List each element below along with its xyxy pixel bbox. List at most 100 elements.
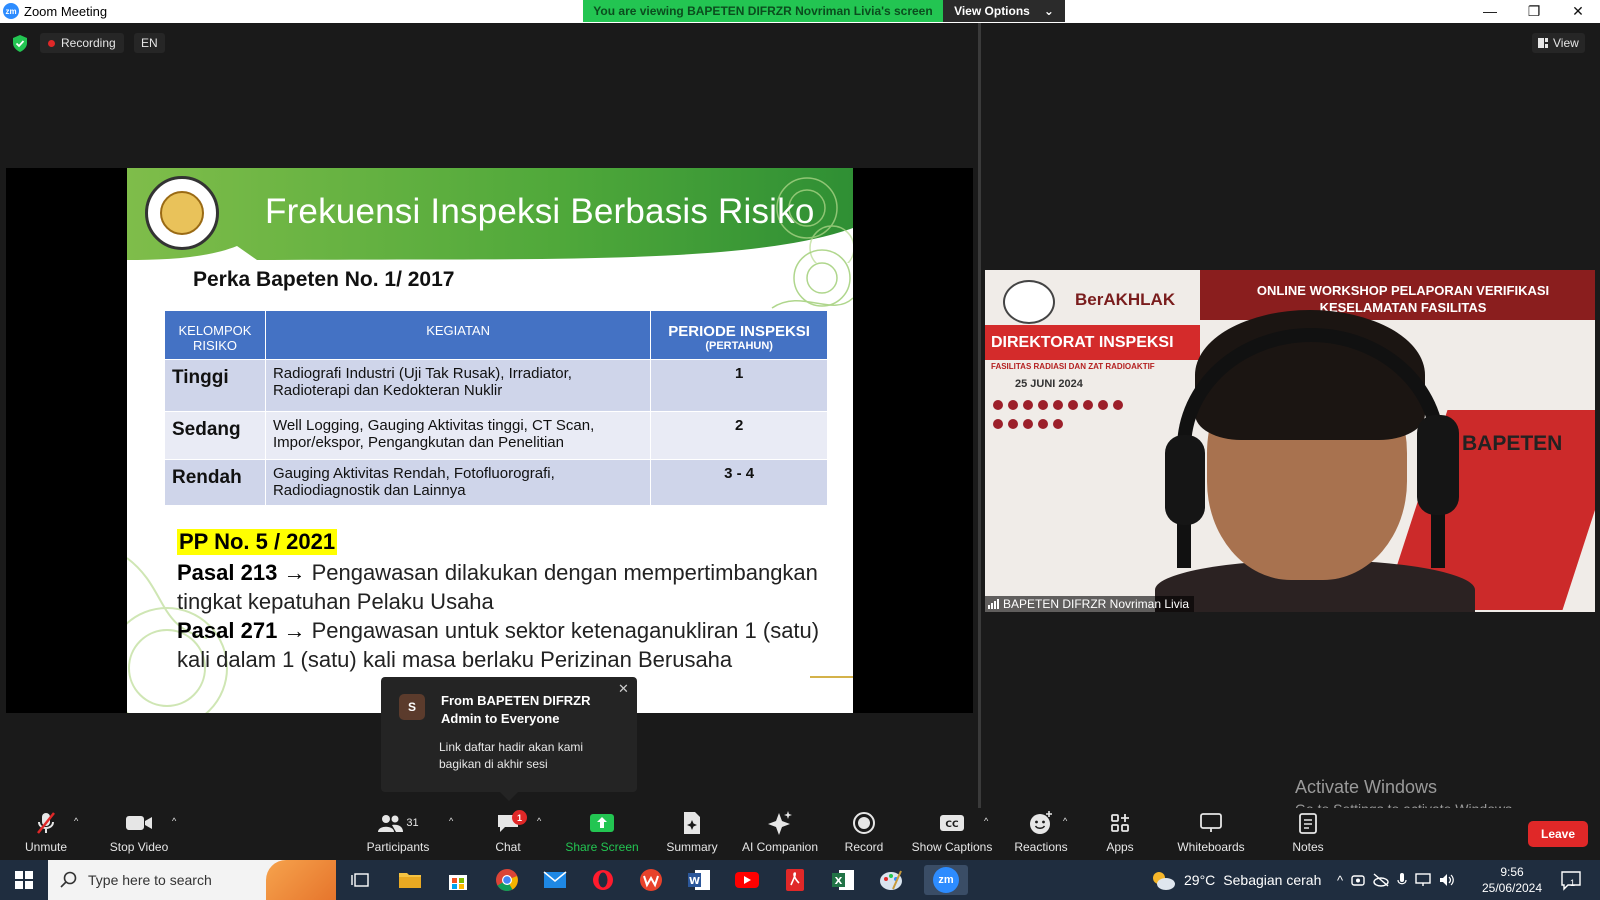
system-tray: ^ xyxy=(1337,860,1455,900)
chat-button[interactable]: 1 Chat xyxy=(490,808,527,860)
minimize-button[interactable]: — xyxy=(1468,0,1512,22)
chat-options-caret-icon[interactable]: ^ xyxy=(537,816,541,826)
paint-app[interactable] xyxy=(876,865,906,895)
participant-video-tile[interactable]: ONLINE WORKSHOP PELAPORAN VERIFIKASI KES… xyxy=(985,270,1595,612)
share-screen-button[interactable]: Share Screen xyxy=(565,808,639,860)
video-options-caret-icon[interactable]: ^ xyxy=(172,816,176,826)
pasal-271-label: Pasal 271 xyxy=(177,618,278,643)
excel-app[interactable]: X xyxy=(828,865,858,895)
period-cell: 2 xyxy=(650,411,828,460)
notes-button[interactable]: Notes xyxy=(1290,808,1326,860)
taskbar-clock[interactable]: 9:56 25/06/2024 xyxy=(1472,864,1552,896)
pasal-271: Pasal 271 → Pengawasan untuk sektor kete… xyxy=(177,616,837,674)
minimize-icon: — xyxy=(1483,3,1497,19)
taskbar-search-input[interactable]: Type here to search xyxy=(48,860,336,900)
chrome-app[interactable] xyxy=(492,865,522,895)
unmute-button[interactable]: Unmute xyxy=(22,808,70,860)
chat-notification[interactable]: S ✕ From BAPETEN DIFRZR Admin to Everyon… xyxy=(381,677,637,792)
camera-tray-icon[interactable] xyxy=(1351,873,1365,887)
microsoft-store-app[interactable] xyxy=(443,865,473,895)
pdf-reader-app[interactable] xyxy=(780,865,810,895)
risk-inspection-table: KELOMPOK RISIKO KEGIATAN PERIODE INSPEKS… xyxy=(164,310,828,506)
youtube-app[interactable] xyxy=(732,865,762,895)
audio-options-caret-icon[interactable]: ^ xyxy=(74,816,78,826)
summary-button[interactable]: Summary xyxy=(664,808,720,860)
svg-text:CC: CC xyxy=(945,820,959,830)
mail-app[interactable] xyxy=(540,865,570,895)
chevron-down-icon: ⌄ xyxy=(1043,4,1054,18)
word-app[interactable]: W xyxy=(684,865,714,895)
reactions-options-caret-icon[interactable]: ^ xyxy=(1063,816,1067,826)
network-icon[interactable] xyxy=(1415,873,1431,887)
participant-name-label: BAPETEN DIFRZR Novriman Livia xyxy=(985,596,1195,612)
activity-cell: Well Logging, Gauging Aktivitas tinggi, … xyxy=(264,411,652,460)
weather-temp: 29°C xyxy=(1184,872,1216,888)
chat-message: Link daftar hadir akan kami bagikan di a… xyxy=(439,740,584,771)
period-cell: 1 xyxy=(650,359,828,412)
participants-button[interactable]: 31 Participants xyxy=(366,808,430,860)
word-icon: W xyxy=(688,870,710,890)
activity-cell: Radiografi Industri (Uji Tak Rusak), Irr… xyxy=(264,359,652,412)
presentation-slide: Frekuensi Inspeksi Berbasis Risiko Perka… xyxy=(127,168,853,713)
participants-count: 31 xyxy=(406,817,419,829)
view-layout-button[interactable]: View xyxy=(1532,33,1585,53)
zoom-app[interactable]: zm xyxy=(924,865,968,895)
pane-divider[interactable] xyxy=(978,23,981,808)
language-interpretation-button[interactable]: EN xyxy=(134,33,165,53)
leave-button[interactable]: Leave xyxy=(1528,821,1588,847)
reactions-button[interactable]: Reactions xyxy=(1012,808,1070,860)
svg-text:X: X xyxy=(835,876,843,887)
risk-level: Sedang xyxy=(164,411,266,460)
arrow-icon: → xyxy=(283,560,306,585)
view-options-button[interactable]: View Options ⌄ xyxy=(943,0,1065,22)
chat-label: Chat xyxy=(495,840,521,854)
ai-companion-button[interactable]: AI Companion xyxy=(740,808,820,860)
task-view-button[interactable] xyxy=(345,865,375,895)
chrome-icon xyxy=(496,869,518,891)
captions-options-caret-icon[interactable]: ^ xyxy=(984,816,988,826)
search-highlight-art xyxy=(266,860,336,900)
ai-companion-label: AI Companion xyxy=(741,840,819,854)
zoom-logo-icon: zm xyxy=(3,3,19,19)
show-captions-button[interactable]: CC Show Captions xyxy=(912,808,992,860)
stop-video-button[interactable]: Stop Video xyxy=(107,808,171,860)
background-bapeten-text: BAPETEN xyxy=(1462,432,1563,455)
microphone-tray-icon[interactable] xyxy=(1397,873,1407,887)
background-dots xyxy=(993,398,1133,436)
regulation-subtitle: Perka Bapeten No. 1/ 2017 xyxy=(193,268,455,291)
viewing-banner: You are viewing BAPETEN DIFRZR Novriman … xyxy=(583,0,943,22)
participants-options-caret-icon[interactable]: ^ xyxy=(449,816,453,826)
signal-strength-icon xyxy=(988,599,999,609)
title-bar: zm Zoom Meeting You are viewing BAPETEN … xyxy=(0,0,1600,23)
security-shield-icon[interactable] xyxy=(12,35,28,52)
store-bag-icon xyxy=(449,875,467,890)
whiteboards-button[interactable]: Whiteboards xyxy=(1176,808,1246,860)
header-periode: PERIODE INSPEKSI (PERTAHUN) xyxy=(650,310,828,360)
record-button[interactable]: Record xyxy=(844,808,884,860)
file-explorer-app[interactable] xyxy=(395,865,425,895)
headphone-band xyxy=(1177,328,1445,568)
speaker-volume-icon[interactable] xyxy=(1439,873,1455,887)
weather-widget[interactable]: 29°C Sebagian cerah xyxy=(1150,860,1321,900)
chat-sender: From BAPETEN DIFRZR Admin to Everyone xyxy=(441,693,591,726)
close-button[interactable]: ✕ xyxy=(1556,0,1600,22)
unmute-label: Unmute xyxy=(24,840,68,854)
notification-count: 1 xyxy=(1570,878,1576,888)
wps-office-app[interactable] xyxy=(636,865,666,895)
start-button[interactable] xyxy=(0,860,48,900)
tray-chevron-up-icon[interactable]: ^ xyxy=(1337,873,1343,888)
maximize-button[interactable]: ❐ xyxy=(1512,0,1556,22)
chat-notification-tail xyxy=(500,792,518,801)
notification-center-button[interactable]: 1 xyxy=(1560,869,1582,891)
summary-label: Summary xyxy=(666,840,718,854)
background-berakhlak-text: BerAKHLAK xyxy=(1075,290,1176,309)
mail-icon xyxy=(543,871,567,888)
opera-app[interactable] xyxy=(588,865,618,895)
background-fasilitas-text: FASILITAS RADIASI DAN ZAT RADIOAKTIF xyxy=(991,362,1155,371)
apps-button[interactable]: Apps xyxy=(1104,808,1136,860)
zoom-window: zm Zoom Meeting You are viewing BAPETEN … xyxy=(0,0,1600,900)
risk-level: Tinggi xyxy=(164,359,266,412)
recording-indicator[interactable]: Recording xyxy=(40,33,124,53)
background-direktorat-text: DIREKTORAT INSPEKSI xyxy=(991,334,1174,351)
cloud-offline-icon[interactable] xyxy=(1373,873,1389,887)
